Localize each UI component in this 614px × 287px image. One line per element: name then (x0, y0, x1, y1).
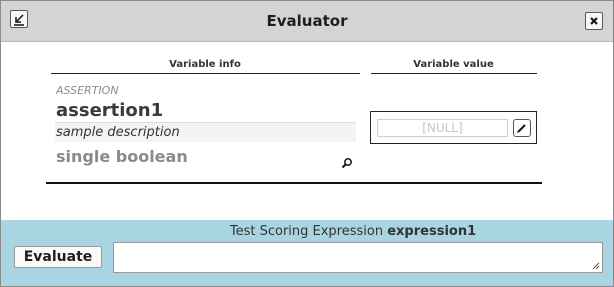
variable-value-header-rule (371, 73, 537, 74)
expression-title: Test Scoring Expression expression1 (1, 224, 614, 239)
variable-description: sample description (55, 122, 356, 142)
variable-type: single boolean (56, 147, 188, 166)
resize-grip-icon[interactable] (592, 262, 600, 270)
variable-name: assertion1 (56, 100, 164, 121)
variable-info-header-rule (51, 73, 360, 74)
collapse-button[interactable] (10, 10, 28, 28)
pencil-icon (517, 124, 526, 133)
magnifier-icon[interactable] (341, 157, 353, 169)
close-button[interactable] (585, 12, 603, 30)
expression-input[interactable] (113, 242, 603, 273)
variable-category: ASSERTION (56, 84, 119, 97)
close-icon (590, 17, 598, 25)
variable-value-field[interactable]: [NULL] (377, 119, 508, 137)
window-title: Evaluator (266, 12, 348, 30)
expression-name: expression1 (387, 224, 477, 239)
evaluator-window: Evaluator Variable info Variable value A… (0, 0, 614, 287)
variable-value-header: Variable value (413, 59, 494, 70)
collapse-arrow-icon (14, 14, 24, 26)
expression-title-prefix: Test Scoring Expression (229, 224, 384, 239)
title-bar: Evaluator (1, 1, 613, 42)
edit-value-button[interactable] (513, 119, 531, 137)
evaluate-button[interactable]: Evaluate (14, 246, 102, 268)
variable-info-header: Variable info (169, 59, 241, 70)
section-divider (46, 182, 542, 184)
